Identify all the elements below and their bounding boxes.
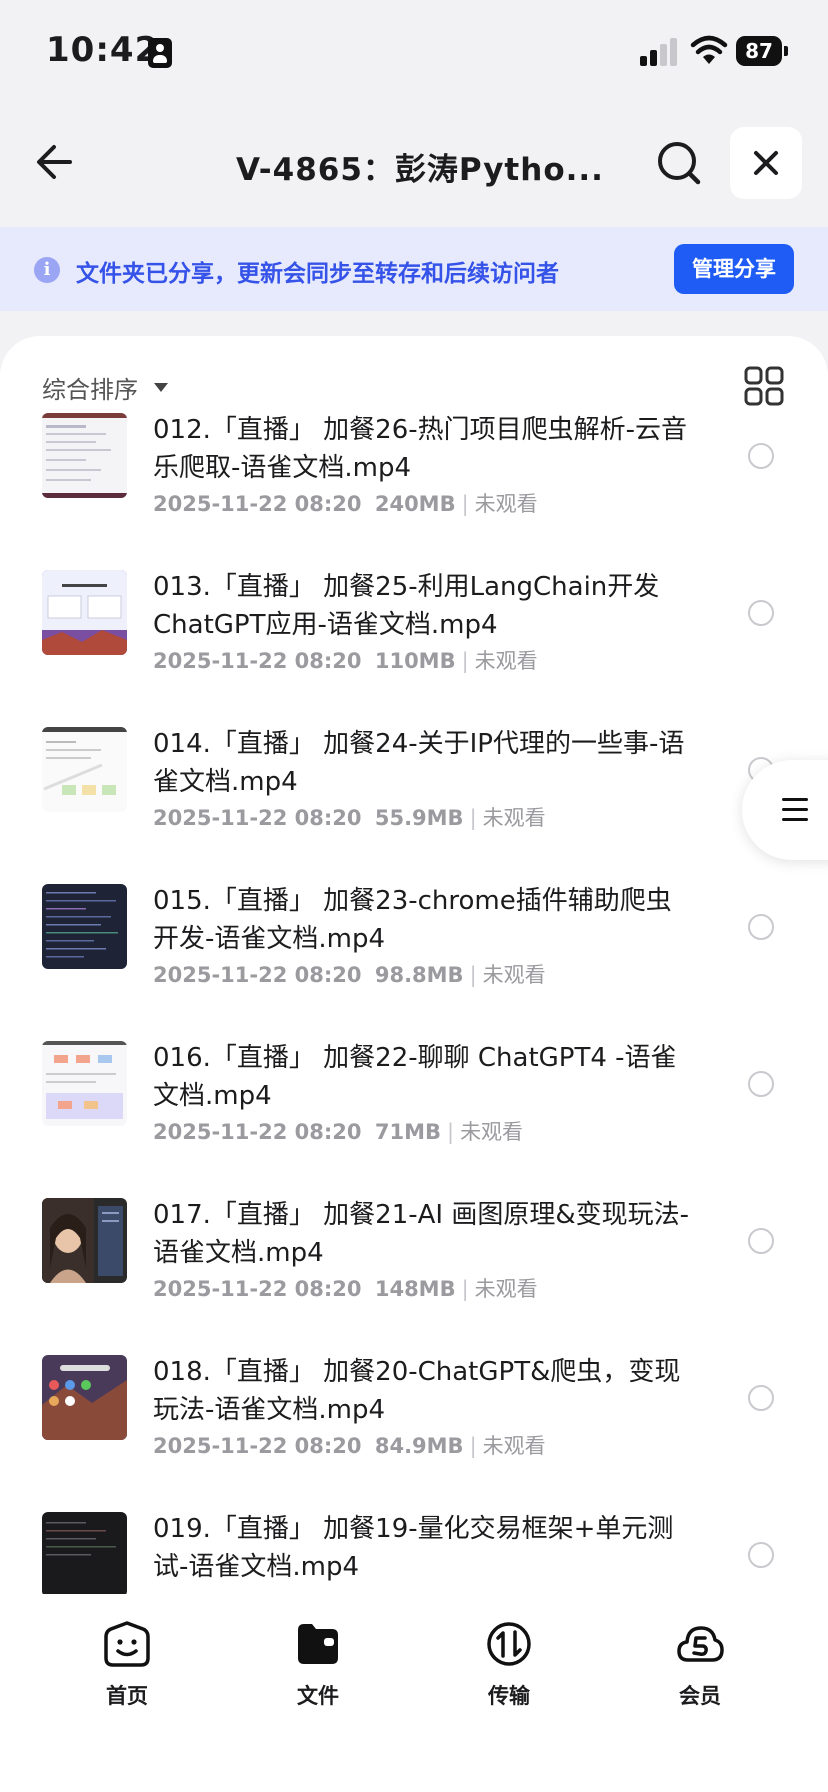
file-date: 2025-11-22 08:20 [153, 806, 362, 830]
search-icon[interactable] [652, 136, 708, 192]
file-row[interactable]: 014.「直播」 加餐24-关于IP代理的一些事-语雀文档.mp4 2025-1… [0, 722, 828, 879]
watch-status: 未观看 [482, 963, 546, 987]
file-panel: 综合排序 012.「直播」 加餐26-热门项目爬虫解析-云音乐爬取-语雀文档.m… [0, 336, 828, 1792]
file-meta: 2025-11-22 08:20 84.9MB | 未观看 [153, 1434, 546, 1458]
watch-status: 未观看 [482, 806, 546, 830]
status-bar: 10:42 87 [0, 0, 828, 100]
file-size: 71MB [374, 1120, 441, 1144]
file-row[interactable]: 019.「直播」 加餐19-量化交易框架+单元测试-语雀文档.mp4 [0, 1507, 828, 1594]
file-name: 012.「直播」 加餐26-热门项目爬虫解析-云音乐爬取-语雀文档.mp4 [153, 415, 688, 483]
back-arrow-icon[interactable] [30, 134, 86, 190]
select-checkbox[interactable] [748, 1071, 774, 1097]
select-checkbox[interactable] [748, 914, 774, 940]
select-checkbox[interactable] [748, 1385, 774, 1411]
wifi-icon [690, 35, 728, 64]
cellular-signal-icon [640, 38, 680, 66]
share-notice-text: 文件夹已分享，更新会同步至转存和后续访问者 [76, 261, 559, 287]
navigation-bar: V-4865：彭涛Pytho... [0, 110, 828, 225]
file-meta: 2025-11-22 08:20 110MB | 未观看 [153, 649, 538, 673]
file-size: 84.9MB [374, 1434, 464, 1458]
vip-cloud-icon [677, 1626, 724, 1662]
file-date: 2025-11-22 08:20 [153, 492, 362, 516]
file-row[interactable]: 012.「直播」 加餐26-热门项目爬虫解析-云音乐爬取-语雀文档.mp4 20… [0, 408, 828, 565]
file-row[interactable]: 016.「直播」 加餐22-聊聊 ChatGPT4 -语雀文档.mp4 2025… [0, 1036, 828, 1193]
sort-dropdown[interactable]: 综合排序 [42, 370, 168, 405]
file-date: 2025-11-22 08:20 [153, 1434, 362, 1458]
file-meta: 2025-11-22 08:20 98.8MB | 未观看 [153, 963, 546, 987]
video-thumbnail [42, 1041, 127, 1126]
watch-status: 未观看 [460, 1120, 524, 1144]
caret-down-icon [154, 383, 168, 392]
manage-share-button[interactable]: 管理分享 [674, 244, 794, 294]
file-name: 015.「直播」 加餐23-chrome插件辅助爬虫开发-语雀文档.mp4 [153, 886, 672, 954]
grid-view-icon[interactable] [744, 366, 784, 406]
file-date: 2025-11-22 08:20 [153, 1277, 362, 1301]
tab-vip[interactable]: 会员 [640, 1620, 760, 1710]
file-meta: 2025-11-22 08:20 71MB | 未观看 [153, 1120, 524, 1144]
close-button[interactable] [730, 127, 802, 199]
video-thumbnail [42, 413, 127, 498]
bottom-tab-bar: 首页 文件 传输 会员 [0, 1606, 828, 1792]
file-date: 2025-11-22 08:20 [153, 963, 362, 987]
share-notice-banner: i 文件夹已分享，更新会同步至转存和后续访问者 管理分享 [0, 227, 828, 311]
video-thumbnail [42, 884, 127, 969]
video-thumbnail [42, 1355, 127, 1440]
transfer-icon [487, 1622, 531, 1666]
file-row[interactable]: 015.「直播」 加餐23-chrome插件辅助爬虫开发-语雀文档.mp4 20… [0, 879, 828, 1036]
watch-status: 未观看 [474, 649, 538, 673]
select-checkbox[interactable] [748, 600, 774, 626]
file-name: 016.「直播」 加餐22-聊聊 ChatGPT4 -语雀文档.mp4 [153, 1043, 677, 1111]
watch-status: 未观看 [474, 1277, 538, 1301]
file-date: 2025-11-22 08:20 [153, 649, 362, 673]
tab-label: 首页 [106, 1684, 148, 1708]
file-size: 148MB [374, 1277, 456, 1301]
file-row[interactable]: 013.「直播」 加餐25-利用LangChain开发ChatGPT应用-语雀文… [0, 565, 828, 722]
tab-transfer[interactable]: 传输 [449, 1620, 569, 1710]
video-thumbnail [42, 727, 127, 812]
watch-status: 未观看 [482, 1434, 546, 1458]
info-icon: i [34, 257, 60, 283]
file-name: 018.「直播」 加餐20-ChatGPT&爬虫，变现玩法-语雀文档.mp4 [153, 1357, 681, 1425]
tab-label: 文件 [297, 1684, 339, 1708]
file-meta: 2025-11-22 08:20 240MB | 未观看 [153, 492, 538, 516]
select-checkbox[interactable] [748, 1542, 774, 1568]
tab-label: 会员 [679, 1684, 721, 1708]
file-size: 110MB [374, 649, 456, 673]
video-thumbnail [42, 1198, 127, 1283]
file-meta: 2025-11-22 08:20 55.9MB | 未观看 [153, 806, 546, 830]
select-checkbox[interactable] [748, 1228, 774, 1254]
menu-icon [782, 798, 808, 801]
select-checkbox[interactable] [748, 443, 774, 469]
tab-home[interactable]: 首页 [67, 1620, 187, 1710]
file-size: 98.8MB [374, 963, 464, 987]
tab-files[interactable]: 文件 [258, 1620, 378, 1710]
smiley-home-icon [104, 1621, 150, 1667]
page-title: V-4865：彭涛Pytho... [236, 152, 604, 188]
close-icon [754, 151, 778, 175]
file-row[interactable]: 017.「直播」 加餐21-AI 画图原理&变现玩法-语雀文档.mp4 2025… [0, 1193, 828, 1350]
sort-label: 综合排序 [42, 376, 138, 404]
focus-person-icon [148, 38, 172, 68]
tab-label: 传输 [488, 1684, 530, 1708]
video-thumbnail [42, 570, 127, 655]
file-date: 2025-11-22 08:20 [153, 1120, 362, 1144]
status-time: 10:42 [46, 30, 160, 70]
file-name: 017.「直播」 加餐21-AI 画图原理&变现玩法-语雀文档.mp4 [153, 1200, 689, 1268]
folder-icon [298, 1624, 338, 1664]
battery-indicator: 87 [736, 36, 788, 66]
file-name: 019.「直播」 加餐19-量化交易框架+单元测试-语雀文档.mp4 [153, 1514, 674, 1582]
file-size: 240MB [374, 492, 456, 516]
watch-status: 未观看 [474, 492, 538, 516]
file-list: 012.「直播」 加餐26-热门项目爬虫解析-云音乐爬取-语雀文档.mp4 20… [0, 408, 828, 1594]
file-name: 013.「直播」 加餐25-利用LangChain开发ChatGPT应用-语雀文… [153, 572, 660, 640]
file-name: 014.「直播」 加餐24-关于IP代理的一些事-语雀文档.mp4 [153, 729, 685, 797]
file-row[interactable]: 018.「直播」 加餐20-ChatGPT&爬虫，变现玩法-语雀文档.mp4 2… [0, 1350, 828, 1507]
video-thumbnail [42, 1512, 127, 1594]
file-meta: 2025-11-22 08:20 148MB | 未观看 [153, 1277, 538, 1301]
file-size: 55.9MB [374, 806, 464, 830]
